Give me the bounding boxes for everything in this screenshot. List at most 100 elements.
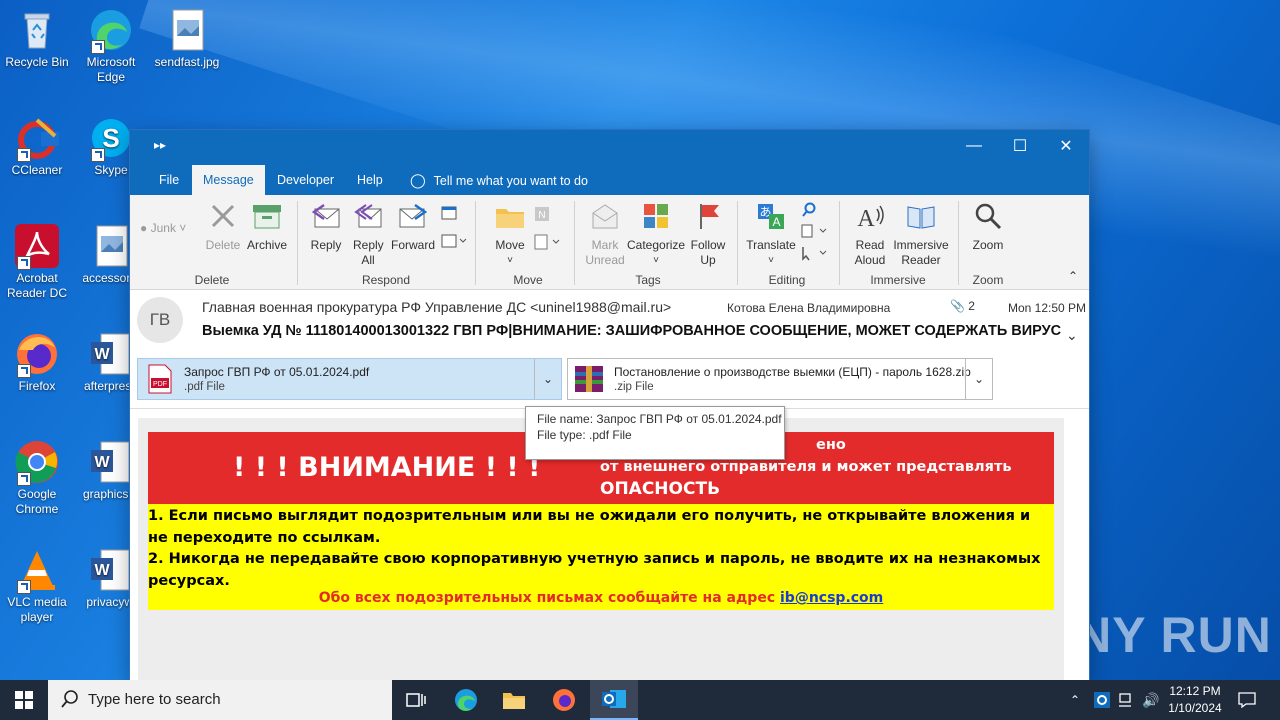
follow-up-button[interactable]: Follow Up <box>686 201 730 268</box>
desktop-icon-acrobat[interactable]: Acrobat Reader DC <box>0 224 74 301</box>
select-icon[interactable] <box>800 245 828 265</box>
tab-file[interactable]: File <box>148 165 190 195</box>
read-aloud-label: Read Aloud <box>854 238 886 267</box>
message-subject: Выемка УД № 111801400013001322 ГВП РФ|ВН… <box>202 323 1062 339</box>
attachment-pdf[interactable]: PDF Запрос ГВП РФ от 05.01.2024.pdf .pdf… <box>137 358 562 400</box>
maximize-button[interactable]: ☐ <box>997 130 1043 162</box>
quick-access-toolbar-icon[interactable]: ▸▸ <box>154 138 166 152</box>
edge-icon <box>455 689 477 711</box>
task-view-button[interactable] <box>392 680 440 720</box>
desktop-icon-label: Skype <box>94 163 128 177</box>
categorize-button[interactable]: Categorize ˅ <box>627 201 685 268</box>
taskbar-outlook[interactable] <box>590 680 638 720</box>
move-button[interactable]: Move ˅ <box>490 201 530 268</box>
attachment-type: .zip File <box>614 381 654 393</box>
tab-developer[interactable]: Developer <box>266 165 345 195</box>
report-line: Обо всех подозрительных письмах сообщайт… <box>148 590 1054 606</box>
zoom-button[interactable]: Zoom <box>966 201 1010 253</box>
collapse-ribbon-icon[interactable]: ⌃ <box>1068 269 1078 284</box>
recipient-field[interactable]: Котова Елена Владимировна <box>727 301 890 315</box>
attachment-zip[interactable]: Постановление о производстве выемки (ЕЦП… <box>567 358 993 400</box>
desktop-icon-label: Firefox <box>18 379 56 393</box>
follow-up-label: Follow Up <box>690 238 726 267</box>
read-aloud-button[interactable]: A Read Aloud <box>846 201 894 268</box>
warning-item-1: 1. Если письмо выглядит подозрительным и… <box>148 508 1031 546</box>
svg-text:N: N <box>538 210 545 221</box>
taskbar-firefox[interactable] <box>540 680 588 720</box>
mark-unread-button[interactable]: Mark Unread <box>582 201 628 268</box>
tray-outlook-icon[interactable] <box>1094 680 1110 720</box>
volume-icon[interactable]: 🔊 <box>1142 680 1159 720</box>
desktop-icon-recycle-bin[interactable]: Recycle Bin <box>0 8 74 70</box>
translate-button[interactable]: あA Translate ˅ <box>744 201 798 268</box>
onenote-icon[interactable]: N <box>533 205 551 227</box>
archive-button[interactable]: Archive <box>245 201 289 253</box>
warning-line-3: ОПАСНОСТЬ <box>600 479 721 499</box>
pdf-file-icon: PDF <box>148 364 172 399</box>
sender-avatar: ГВ <box>137 297 183 343</box>
desktop-icon-sendfast[interactable]: sendfast.jpg <box>150 8 224 70</box>
warning-item-2: 2. Никогда не передавайте свою корпорати… <box>148 551 1041 589</box>
taskbar-file-explorer[interactable] <box>490 680 538 720</box>
desktop-icon-vlc[interactable]: VLC media player <box>0 548 74 625</box>
warning-title: ! ! ! ВНИМАНИЕ ! ! ! <box>233 452 541 483</box>
delete-button[interactable]: Delete <box>204 201 242 253</box>
network-icon[interactable] <box>1118 680 1136 720</box>
start-button[interactable] <box>0 680 48 720</box>
taskbar-search-box[interactable]: Type here to search <box>48 680 392 720</box>
read-aloud-icon: A <box>846 201 894 235</box>
warning-instructions: 1. Если письмо выглядит подозрительным и… <box>148 506 1054 592</box>
reply-button[interactable]: Reply <box>306 201 346 253</box>
tab-message[interactable]: Message <box>192 165 265 195</box>
junk-icon: ● <box>140 221 148 235</box>
ribbon-separator <box>839 201 840 285</box>
taskbar-edge[interactable] <box>442 680 490 720</box>
translate-label: Translate <box>746 238 796 252</box>
clock-time: 12:12 PM <box>1169 684 1221 698</box>
related-icon[interactable] <box>800 223 828 243</box>
group-label-move: Move <box>513 273 543 287</box>
task-view-icon <box>406 693 426 707</box>
shortcut-arrow-icon <box>91 40 105 54</box>
actions-icon[interactable] <box>533 233 563 255</box>
show-hidden-icons[interactable]: ⌃ <box>1070 680 1080 720</box>
close-button[interactable]: ✕ <box>1043 130 1089 162</box>
taskbar-clock[interactable]: 12:12 PM 1/10/2024 <box>1162 683 1228 717</box>
chrome-icon <box>15 440 59 486</box>
shortcut-arrow-icon <box>17 580 31 594</box>
desktop-icon-edge[interactable]: Microsoft Edge <box>74 8 148 85</box>
tooltip-file-type: File type: .pdf File <box>537 428 632 442</box>
recycle-bin-icon <box>15 8 59 52</box>
svg-text:W: W <box>94 454 110 471</box>
svg-text:W: W <box>94 562 110 579</box>
tab-help[interactable]: Help <box>346 165 394 195</box>
ribbon-tabs: File Message Developer Help ◯ Tell me wha… <box>130 165 1089 195</box>
immersive-reader-button[interactable]: Immersive Reader <box>891 201 951 268</box>
lightbulb-icon: ◯ <box>410 172 426 188</box>
mark-unread-label: Mark Unread <box>585 238 625 267</box>
tell-me-box[interactable]: ◯ Tell me what you want to do <box>410 165 588 195</box>
attachment-dropdown-icon[interactable]: ⌄ <box>534 359 561 399</box>
reply-label: Reply <box>310 238 342 252</box>
shortcut-arrow-icon <box>17 472 31 486</box>
notifications-icon[interactable] <box>1238 680 1256 720</box>
desktop-icon-firefox[interactable]: Firefox <box>0 332 74 394</box>
taskbar: Type here to search ⌃ 🔊 12:12 PM 1/10/20… <box>0 680 1280 720</box>
sender-field[interactable]: Главная военная прокуратура РФ Управлени… <box>202 299 671 315</box>
reply-all-label: Reply All <box>353 238 384 267</box>
reply-all-button[interactable]: Reply All <box>348 201 388 268</box>
search-icon <box>60 689 80 714</box>
attachment-dropdown-icon[interactable]: ⌄ <box>965 359 992 399</box>
find-icon[interactable] <box>800 201 818 223</box>
junk-button[interactable]: ● Junk ˅ <box>140 221 186 236</box>
minimize-button[interactable]: — <box>951 130 997 162</box>
forward-button[interactable]: Forward <box>390 201 436 253</box>
more-respond-icon[interactable] <box>440 233 468 253</box>
desktop-icon-ccleaner[interactable]: CCleaner <box>0 116 74 178</box>
desktop-icon-chrome[interactable]: Google Chrome <box>0 440 74 517</box>
expand-header-icon[interactable]: ⌄ <box>1066 327 1078 344</box>
ccleaner-icon <box>15 116 59 162</box>
word-document-icon: W <box>89 332 133 376</box>
meeting-reply-icon[interactable] <box>440 205 458 225</box>
report-email-link[interactable]: ib@ncsp.com <box>780 590 883 606</box>
